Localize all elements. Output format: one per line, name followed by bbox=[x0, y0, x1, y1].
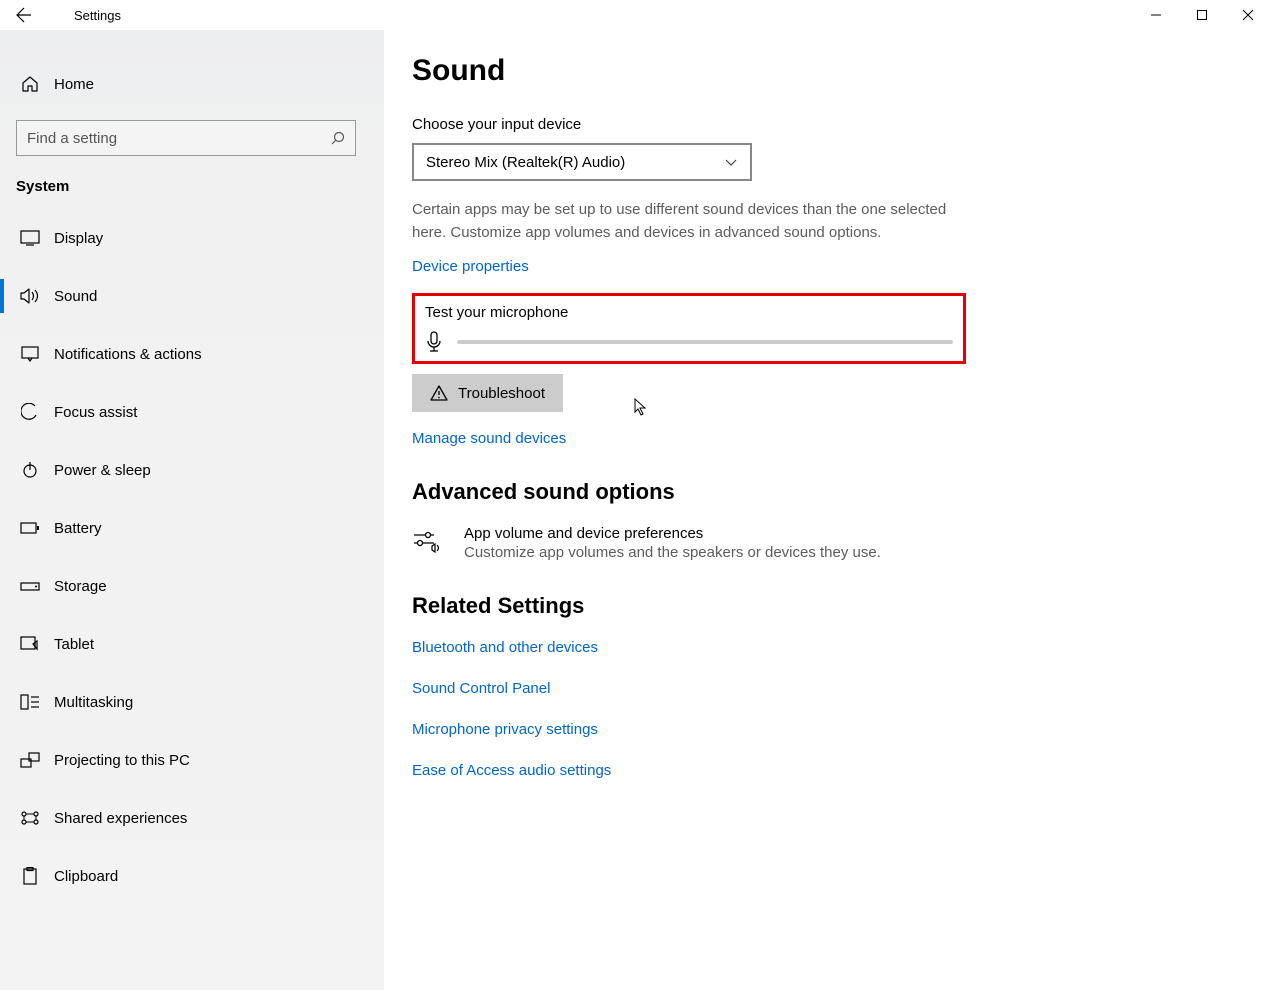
search-input[interactable]: Find a setting bbox=[16, 120, 356, 156]
battery-icon bbox=[16, 522, 44, 534]
minimize-button[interactable] bbox=[1133, 0, 1179, 30]
sliders-icon bbox=[412, 529, 446, 555]
sidebar-item-notifications[interactable]: Notifications & actions bbox=[0, 331, 384, 377]
notifications-icon bbox=[16, 346, 44, 362]
search-placeholder: Find a setting bbox=[27, 130, 330, 147]
home-icon bbox=[16, 75, 44, 93]
tablet-icon bbox=[16, 636, 44, 652]
sidebar-item-label: Shared experiences bbox=[54, 810, 187, 827]
sidebar-section-label: System bbox=[0, 178, 384, 195]
search-icon bbox=[330, 131, 345, 146]
sidebar-item-multitasking[interactable]: Multitasking bbox=[0, 679, 384, 725]
sidebar-item-projecting[interactable]: Projecting to this PC bbox=[0, 737, 384, 783]
sidebar-item-label: Clipboard bbox=[54, 868, 118, 885]
pref-subtitle: Customize app volumes and the speakers o… bbox=[464, 544, 881, 561]
sidebar-item-label: Tablet bbox=[54, 636, 94, 653]
power-icon bbox=[16, 461, 44, 479]
pref-title: App volume and device preferences bbox=[464, 525, 881, 542]
app-volume-preferences[interactable]: App volume and device preferences Custom… bbox=[412, 525, 1243, 561]
projecting-icon bbox=[16, 752, 44, 768]
link-sound-control-panel[interactable]: Sound Control Panel bbox=[412, 680, 1243, 697]
shared-experiences-icon bbox=[16, 810, 44, 826]
link-bluetooth-devices[interactable]: Bluetooth and other devices bbox=[412, 639, 1243, 656]
related-settings-title: Related Settings bbox=[412, 593, 1243, 619]
warning-icon bbox=[430, 385, 448, 401]
sidebar-item-storage[interactable]: Storage bbox=[0, 563, 384, 609]
clipboard-icon bbox=[16, 867, 44, 885]
sidebar-item-display[interactable]: Display bbox=[0, 215, 384, 261]
window-title: Settings bbox=[74, 8, 121, 23]
sidebar-item-label: Display bbox=[54, 230, 103, 247]
back-button[interactable] bbox=[0, 0, 48, 30]
sidebar-item-shared-experiences[interactable]: Shared experiences bbox=[0, 795, 384, 841]
sound-icon bbox=[16, 288, 44, 304]
page-title: Sound bbox=[412, 54, 1243, 88]
focus-assist-icon bbox=[16, 403, 44, 421]
mic-level-bar bbox=[457, 340, 953, 344]
home-label: Home bbox=[54, 76, 94, 93]
main-content: Sound Choose your input device Stereo Mi… bbox=[384, 30, 1271, 990]
sidebar-item-label: Battery bbox=[54, 520, 102, 537]
sidebar-item-label: Focus assist bbox=[54, 404, 137, 421]
test-microphone-section: Test your microphone bbox=[412, 293, 966, 364]
dropdown-value: Stereo Mix (Realtek(R) Audio) bbox=[426, 154, 724, 171]
microphone-icon bbox=[425, 331, 443, 353]
arrow-left-icon bbox=[16, 7, 32, 23]
sidebar-item-sound[interactable]: Sound bbox=[0, 273, 384, 319]
chevron-down-icon bbox=[724, 155, 738, 169]
maximize-button[interactable] bbox=[1179, 0, 1225, 30]
sidebar-item-power-sleep[interactable]: Power & sleep bbox=[0, 447, 384, 493]
troubleshoot-button[interactable]: Troubleshoot bbox=[412, 374, 563, 412]
storage-icon bbox=[16, 580, 44, 592]
test-microphone-label: Test your microphone bbox=[425, 304, 953, 321]
sidebar-item-tablet[interactable]: Tablet bbox=[0, 621, 384, 667]
sidebar: Home Find a setting System Display Sound… bbox=[0, 30, 384, 990]
sidebar-item-label: Projecting to this PC bbox=[54, 752, 190, 769]
sidebar-item-label: Multitasking bbox=[54, 694, 133, 711]
sidebar-item-clipboard[interactable]: Clipboard bbox=[0, 853, 384, 899]
advanced-options-title: Advanced sound options bbox=[412, 479, 1243, 505]
sidebar-item-battery[interactable]: Battery bbox=[0, 505, 384, 551]
link-microphone-privacy[interactable]: Microphone privacy settings bbox=[412, 721, 1243, 738]
device-properties-link[interactable]: Device properties bbox=[412, 258, 1243, 275]
minimize-icon bbox=[1150, 9, 1162, 21]
input-device-label: Choose your input device bbox=[412, 116, 1243, 133]
input-help-text: Certain apps may be set up to use differ… bbox=[412, 199, 952, 244]
window-controls bbox=[1133, 0, 1271, 30]
close-button[interactable] bbox=[1225, 0, 1271, 30]
sidebar-item-label: Sound bbox=[54, 288, 97, 305]
close-icon bbox=[1242, 9, 1254, 21]
multitasking-icon bbox=[16, 694, 44, 710]
sidebar-item-label: Notifications & actions bbox=[54, 346, 202, 363]
sidebar-item-focus-assist[interactable]: Focus assist bbox=[0, 389, 384, 435]
troubleshoot-label: Troubleshoot bbox=[458, 385, 545, 402]
link-ease-of-access-audio[interactable]: Ease of Access audio settings bbox=[412, 762, 1243, 779]
titlebar: Settings bbox=[0, 0, 1271, 30]
sidebar-item-label: Storage bbox=[54, 578, 107, 595]
sidebar-item-home[interactable]: Home bbox=[0, 64, 384, 104]
manage-sound-devices-link[interactable]: Manage sound devices bbox=[412, 430, 1243, 447]
sidebar-item-label: Power & sleep bbox=[54, 462, 151, 479]
input-device-dropdown[interactable]: Stereo Mix (Realtek(R) Audio) bbox=[412, 143, 752, 181]
maximize-icon bbox=[1196, 9, 1208, 21]
mic-level-row bbox=[425, 331, 953, 353]
display-icon bbox=[16, 230, 44, 246]
